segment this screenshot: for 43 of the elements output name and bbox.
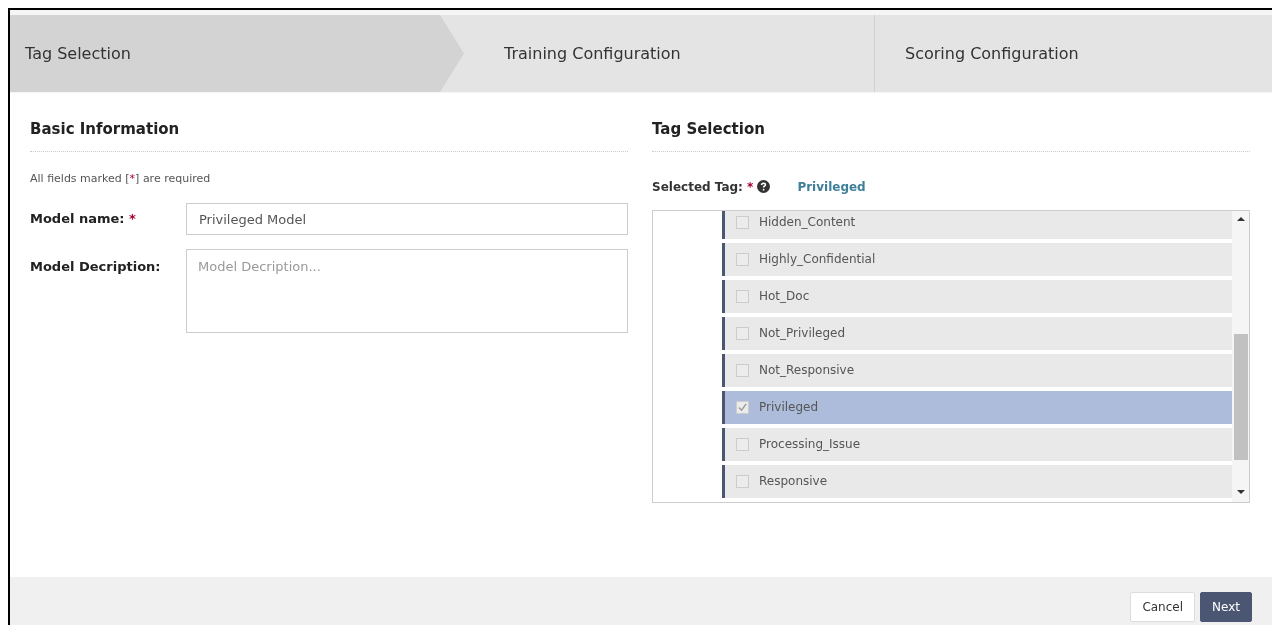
tag-list-item[interactable]: Responsive bbox=[722, 464, 1232, 498]
tag-label: Privileged bbox=[759, 399, 819, 416]
step-tab[interactable]: Scoring Configuration bbox=[874, 15, 1272, 92]
tag-list-item[interactable]: Hot_Doc bbox=[722, 279, 1232, 313]
scrollbar[interactable] bbox=[1232, 210, 1249, 502]
checkbox[interactable] bbox=[736, 289, 749, 303]
help-icon[interactable] bbox=[757, 180, 771, 193]
tag-list-item[interactable]: Highly_Confidential bbox=[722, 242, 1232, 276]
tag-label: Hidden_Content bbox=[759, 214, 856, 231]
next-button[interactable]: Next bbox=[1200, 592, 1252, 622]
checkbox[interactable] bbox=[736, 400, 749, 414]
tag-list-item[interactable]: Processing_Issue bbox=[722, 427, 1232, 461]
cancel-button[interactable]: Cancel bbox=[1130, 592, 1196, 622]
step-tab[interactable]: Training Configuration bbox=[440, 15, 874, 92]
field-label: Model name: * bbox=[30, 210, 137, 229]
field-label: Selected Tag: * bbox=[652, 178, 754, 196]
scroll-up-icon[interactable] bbox=[1236, 216, 1245, 221]
required-note: All fields marked [*] are required bbox=[30, 170, 212, 187]
field-label: Model Decription: bbox=[30, 258, 162, 276]
checkbox[interactable] bbox=[736, 474, 749, 488]
checkbox[interactable] bbox=[736, 326, 749, 340]
checkbox[interactable] bbox=[736, 252, 749, 266]
scroll-down-icon[interactable] bbox=[1236, 489, 1245, 494]
tag-label: Not_Privileged bbox=[759, 325, 846, 342]
tag-list-item[interactable]: Not_Responsive bbox=[722, 353, 1232, 387]
tag-label: Not_Responsive bbox=[759, 362, 855, 379]
checkbox[interactable] bbox=[736, 437, 749, 451]
tag-list-item[interactable]: Not_Privileged bbox=[722, 316, 1232, 350]
tag-list-item[interactable]: Privileged bbox=[722, 390, 1232, 424]
description-field[interactable]: Model Decription... bbox=[186, 249, 628, 333]
checkbox[interactable] bbox=[736, 215, 749, 229]
tag-label: Hot_Doc bbox=[759, 288, 810, 305]
section-heading: Basic Information bbox=[30, 93, 628, 152]
tag-label: Responsive bbox=[759, 473, 828, 490]
tag-label: Processing_Issue bbox=[759, 436, 861, 453]
model-name-field[interactable]: Privileged Model bbox=[186, 203, 628, 235]
tag-list-item[interactable]: Hidden_Content bbox=[722, 210, 1232, 239]
checkbox[interactable] bbox=[736, 363, 749, 377]
tag-label: Highly_Confidential bbox=[759, 251, 876, 268]
section-heading: Tag Selection bbox=[652, 93, 1250, 152]
scrollbar-thumb[interactable] bbox=[1233, 333, 1248, 460]
step-tab[interactable]: Tag Selection bbox=[10, 15, 464, 92]
selected-tag-value: Privileged bbox=[797, 178, 866, 196]
